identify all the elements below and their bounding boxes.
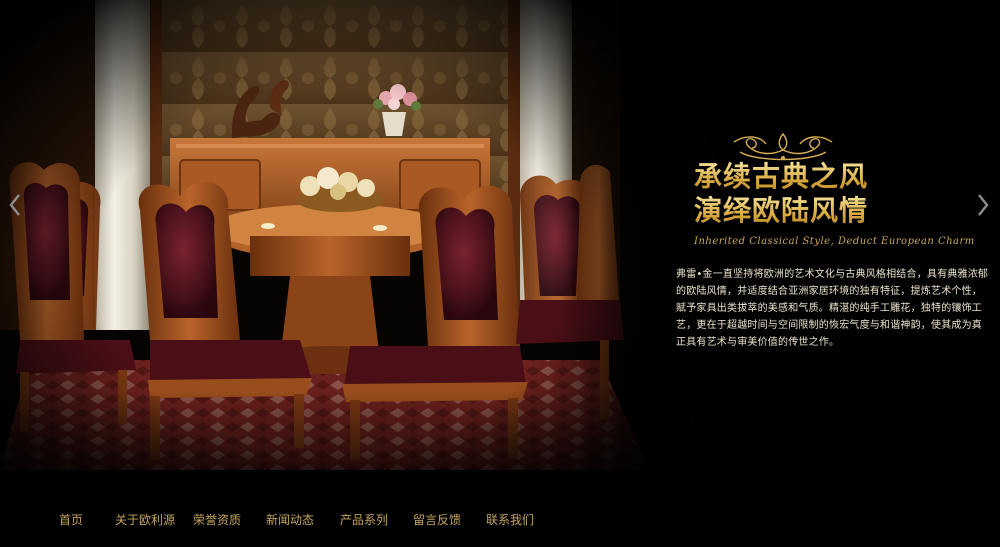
nav-item-home[interactable]: 首页 [59,511,83,528]
main-nav: 首页 关于欧利源 荣誉资质 新闻动态 产品系列 留言反馈 联系我们 [0,490,1000,547]
brand-description: 弗雷•金一直坚持将欧洲的艺术文化与古典风格相结合，具有典雅浓郁的欧陆风情，并适度… [676,269,989,348]
slogan-line-1: 承续古典之风 [694,160,869,193]
nav-item-news[interactable]: 新闻动态 [266,511,314,528]
slogan-line-2: 演绎欧陆风情 [694,194,869,227]
chevron-left-icon [9,194,20,216]
slogan-english: Inherited Classical Style, Deduct Europe… [694,236,975,247]
chevron-right-icon [978,194,989,216]
nav-item-about[interactable]: 关于欧利源 [115,511,175,528]
nav-item-honors[interactable]: 荣誉资质 [193,511,241,528]
slider-next-button[interactable] [970,188,996,222]
slider-prev-button[interactable] [2,188,28,222]
nav-item-feedback[interactable]: 留言反馈 [413,511,461,528]
slogan: 承续古典之风 演绎欧陆风情 [694,160,868,228]
nav-item-products[interactable]: 产品系列 [340,511,388,528]
nav-item-contact[interactable]: 联系我们 [486,511,534,528]
photo-fade-bottom [0,390,1000,490]
